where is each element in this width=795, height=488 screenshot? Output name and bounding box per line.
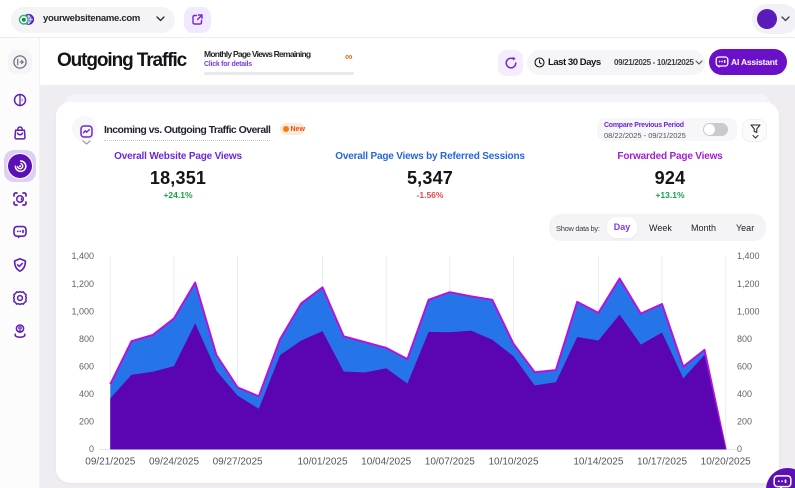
- svg-text:09/21/2025: 09/21/2025: [85, 457, 135, 468]
- svg-text:1,000: 1,000: [71, 306, 94, 316]
- svg-text:800: 800: [737, 334, 752, 344]
- svg-text:400: 400: [79, 389, 94, 399]
- svg-text:10/20/2025: 10/20/2025: [701, 457, 751, 468]
- svg-text:800: 800: [79, 334, 94, 344]
- svg-text:10/01/2025: 10/01/2025: [297, 457, 347, 468]
- svg-text:1,200: 1,200: [737, 279, 760, 289]
- svg-text:1,400: 1,400: [71, 251, 94, 261]
- svg-text:10/14/2025: 10/14/2025: [573, 457, 623, 468]
- svg-text:10/10/2025: 10/10/2025: [488, 457, 538, 468]
- svg-text:200: 200: [737, 417, 752, 427]
- svg-text:09/27/2025: 09/27/2025: [213, 457, 263, 468]
- svg-text:0: 0: [89, 444, 94, 454]
- svg-text:600: 600: [79, 362, 94, 372]
- svg-text:09/24/2025: 09/24/2025: [149, 457, 199, 468]
- svg-text:10/17/2025: 10/17/2025: [637, 457, 687, 468]
- svg-text:1,200: 1,200: [71, 279, 94, 289]
- svg-text:1,000: 1,000: [737, 306, 760, 316]
- svg-text:400: 400: [737, 389, 752, 399]
- svg-text:10/04/2025: 10/04/2025: [361, 457, 411, 468]
- svg-text:200: 200: [79, 417, 94, 427]
- svg-text:1,400: 1,400: [737, 251, 760, 261]
- svg-text:10/07/2025: 10/07/2025: [425, 457, 475, 468]
- svg-text:600: 600: [737, 362, 752, 372]
- svg-text:0: 0: [737, 444, 742, 454]
